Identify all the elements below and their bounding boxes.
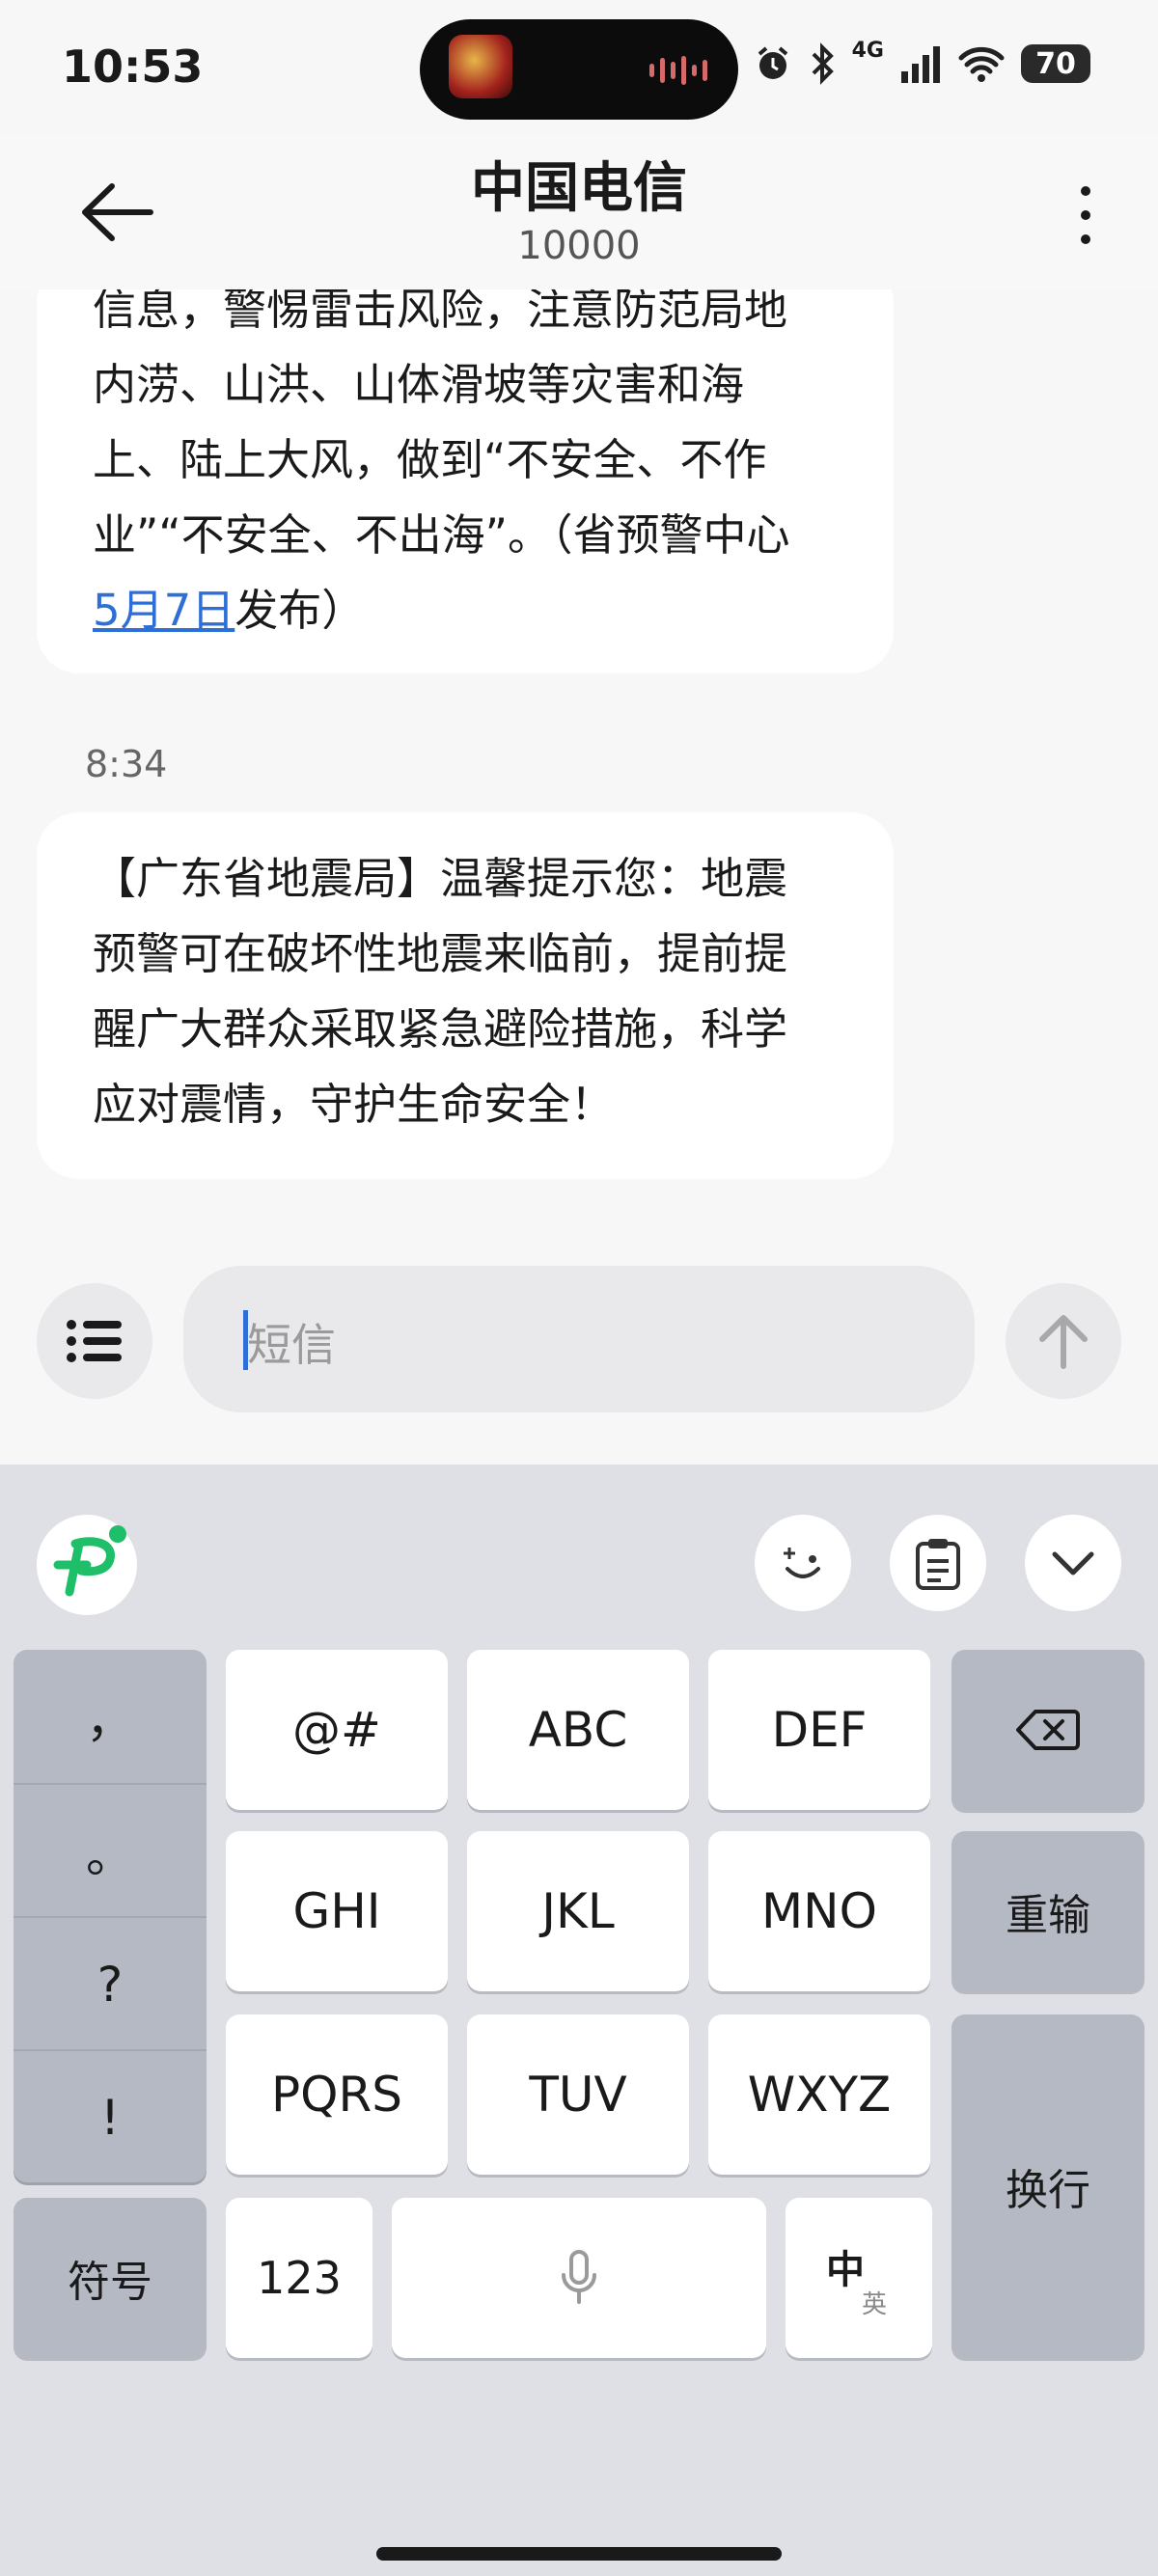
language-toggle-button[interactable]: 中 英 bbox=[786, 2198, 932, 2358]
status-time: 10:53 bbox=[62, 41, 204, 93]
message-line: 预警可在破坏性地震来临前，提前提 bbox=[93, 928, 788, 979]
clipboard-button[interactable] bbox=[890, 1515, 986, 1611]
numbers-button[interactable]: 123 bbox=[226, 2198, 372, 2358]
list-icon bbox=[67, 1320, 122, 1362]
contact-number: 10000 bbox=[517, 224, 641, 268]
collapse-keyboard-button[interactable] bbox=[1025, 1515, 1121, 1611]
message-text: 发布） bbox=[234, 585, 366, 636]
conversation-header: 中国电信 10000 bbox=[0, 135, 1158, 289]
message-timestamp: 8:34 bbox=[85, 743, 168, 785]
microphone-icon bbox=[562, 2250, 596, 2304]
key-wxyz[interactable]: WXYZ bbox=[708, 2014, 930, 2175]
reinput-button[interactable]: 重输 bbox=[951, 1831, 1144, 1991]
symbols-button[interactable]: 符号 bbox=[14, 2198, 207, 2358]
emoji-button[interactable] bbox=[755, 1515, 851, 1611]
message-bubble[interactable]: 信息，警惕雷击风险，注意防范局地 内涝、山洪、山体滑坡等灾害和海 上、陆上大风，… bbox=[37, 260, 894, 673]
home-indicator[interactable] bbox=[376, 2547, 782, 2561]
music-album-art bbox=[449, 35, 512, 98]
key-jkl[interactable]: JKL bbox=[467, 1831, 689, 1991]
clipboard-icon bbox=[916, 1539, 960, 1590]
message-input[interactable]: 短信 bbox=[183, 1266, 975, 1412]
key-pqrs[interactable]: PQRS bbox=[226, 2014, 448, 2175]
punct-key[interactable]: ， bbox=[14, 1650, 207, 1783]
wifi-icon bbox=[958, 46, 1005, 82]
message-line: 应对震情，守护生命安全！ bbox=[93, 1079, 615, 1130]
key-abc[interactable]: ABC bbox=[467, 1650, 689, 1810]
send-button[interactable] bbox=[1006, 1283, 1121, 1399]
status-bar: 10:53 4G 70 bbox=[0, 0, 1158, 135]
key-ghi[interactable]: GHI bbox=[226, 1831, 448, 1991]
key-tuv[interactable]: TUV bbox=[467, 2014, 689, 2175]
punct-key[interactable]: ? bbox=[14, 1916, 207, 2051]
dynamic-island[interactable] bbox=[420, 19, 738, 120]
more-vertical-icon[interactable] bbox=[1071, 181, 1100, 249]
date-link[interactable]: 5月7日 bbox=[93, 585, 234, 636]
signal-icon bbox=[901, 46, 940, 83]
battery-indicator: 70 bbox=[1021, 44, 1090, 83]
audio-wave-icon bbox=[649, 56, 707, 85]
chevron-down-icon bbox=[1052, 1551, 1094, 1576]
emoji-icon bbox=[784, 1548, 820, 1578]
key-def[interactable]: DEF bbox=[708, 1650, 930, 1810]
message-line: 【广东省地震局】温馨提示您：地震 bbox=[93, 853, 788, 904]
logo-icon[interactable] bbox=[37, 1515, 137, 1615]
key-mno[interactable]: MNO bbox=[708, 1831, 930, 1991]
bluetooth-icon bbox=[812, 42, 834, 85]
newline-button[interactable]: 换行 bbox=[951, 2014, 1144, 2358]
language-primary-label: 中 bbox=[826, 2247, 865, 2292]
punctuation-column: ， 。 ? ! bbox=[14, 1650, 207, 2182]
punct-key[interactable]: 。 bbox=[14, 1783, 207, 1918]
network-type-label: 4G bbox=[851, 38, 884, 63]
message-line: 上、陆上大风，做到“不安全、不作 bbox=[93, 434, 767, 485]
menu-button[interactable] bbox=[37, 1283, 152, 1399]
space-voice-button[interactable] bbox=[392, 2198, 766, 2358]
message-line: 5月7日发布） bbox=[93, 573, 838, 648]
backspace-icon bbox=[1016, 1710, 1080, 1750]
message-line: 醒广大群众采取紧急避险措施，科学 bbox=[93, 1003, 788, 1055]
message-line: 业”“不安全、不出海”。（省预警中心 bbox=[93, 509, 790, 561]
key-symbols-at[interactable]: @# bbox=[226, 1650, 448, 1810]
alarm-icon bbox=[758, 46, 787, 79]
language-secondary-label: 英 bbox=[861, 2289, 887, 2319]
punct-key[interactable]: ! bbox=[14, 2049, 207, 2184]
ime-keyboard: ， 。 ? ! @# ABC DEF GHI JKL MNO 重输 PQRS T… bbox=[0, 1465, 1158, 2576]
message-line: 内涝、山洪、山体滑坡等灾害和海 bbox=[93, 359, 745, 410]
contact-name: 中国电信 bbox=[471, 157, 687, 220]
send-arrow-icon bbox=[1039, 1315, 1088, 1369]
message-bubble[interactable]: 【广东省地震局】温馨提示您：地震 预警可在破坏性地震来临前，提前提 醒广大群众采… bbox=[37, 812, 894, 1179]
backspace-button[interactable] bbox=[951, 1650, 1144, 1810]
message-input-placeholder: 短信 bbox=[247, 1319, 336, 1371]
